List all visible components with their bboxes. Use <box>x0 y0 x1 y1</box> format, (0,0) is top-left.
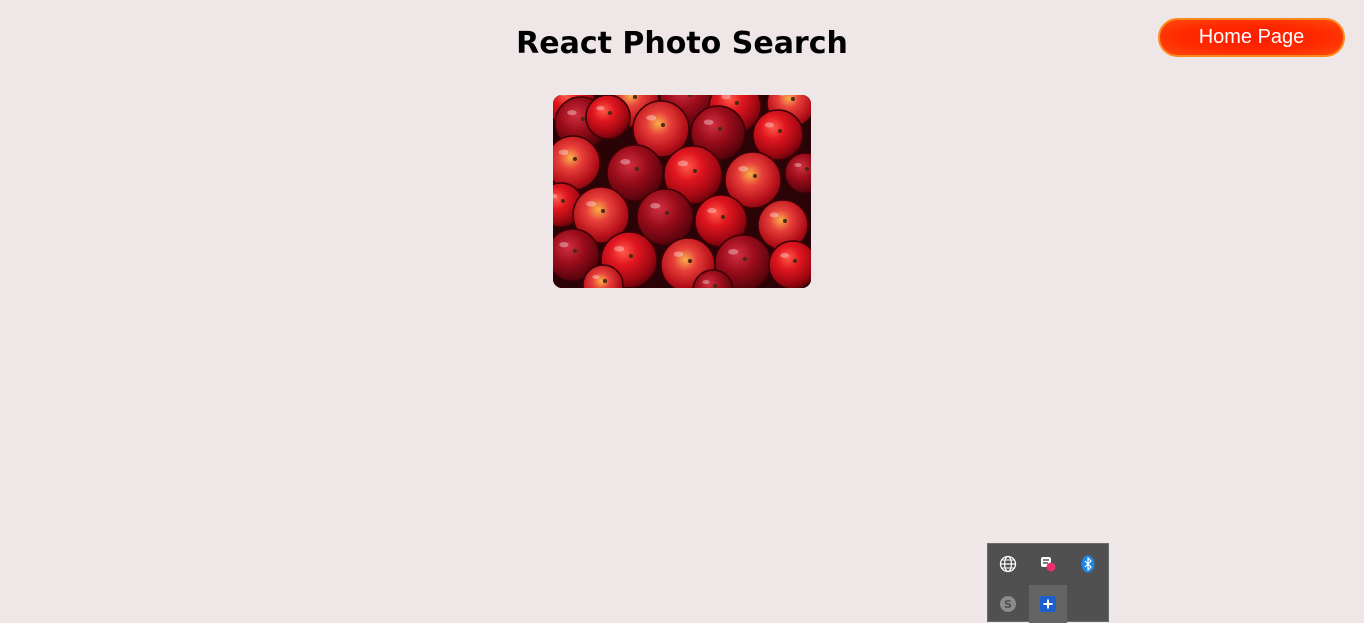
bluetooth-icon[interactable] <box>1069 545 1107 583</box>
home-page-button[interactable]: Home Page <box>1158 18 1345 57</box>
system-tray-flyout: S <box>987 543 1109 623</box>
photo-result-card[interactable] <box>553 95 811 288</box>
globe-icon[interactable] <box>989 545 1027 583</box>
add-icon[interactable] <box>1029 585 1067 623</box>
apples-photo <box>553 95 811 288</box>
skype-icon[interactable]: S <box>989 585 1027 623</box>
paint-icon[interactable] <box>1029 545 1067 583</box>
svg-text:S: S <box>1004 598 1012 611</box>
